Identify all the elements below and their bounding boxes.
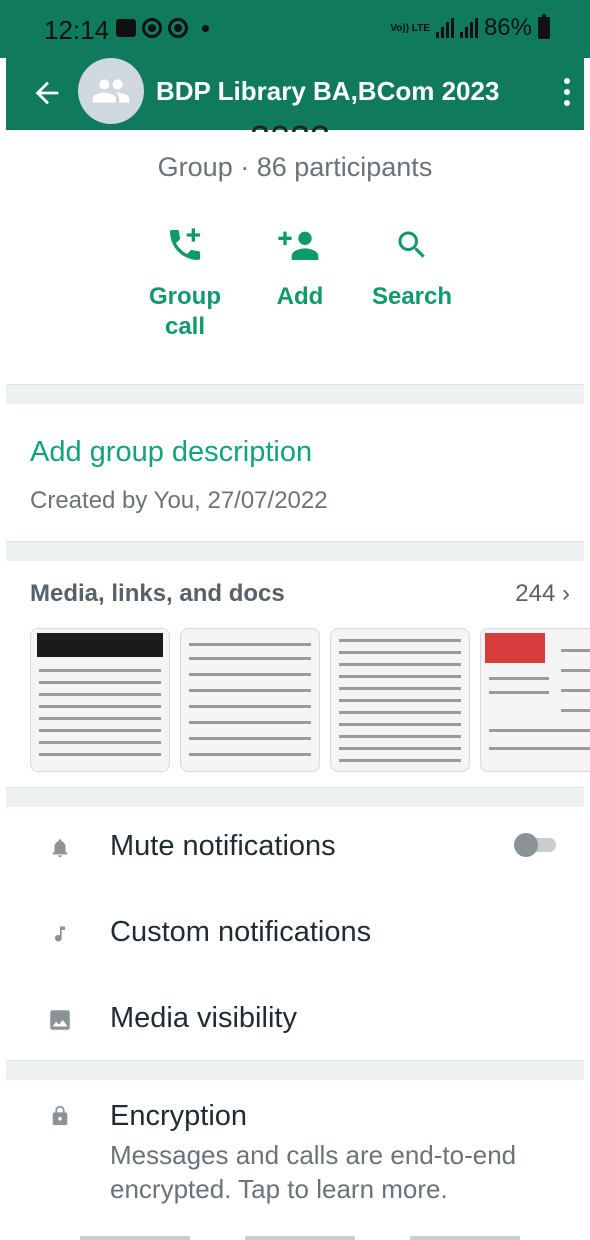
lock-icon (52, 1105, 68, 1126)
media-count[interactable]: 244 › (515, 580, 570, 608)
media-thumbnail[interactable] (480, 628, 590, 772)
section-divider (6, 787, 584, 807)
bell-icon (52, 839, 68, 858)
status-time: 12:14 (44, 15, 110, 45)
scrolled-title-fragment: 2023 (250, 118, 330, 132)
mute-toggle[interactable] (514, 833, 558, 857)
media-count-value: 244 (515, 580, 556, 607)
bottom-indicators (0, 1226, 590, 1240)
add-participant-button[interactable]: Add (245, 222, 355, 312)
media-thumbnail[interactable] (30, 628, 170, 772)
search-button[interactable]: Search (357, 222, 467, 312)
group-avatar[interactable] (78, 58, 144, 124)
mute-notifications-label: Mute notifications (110, 830, 336, 862)
system-icons: Vo)) LTE 86% (390, 14, 550, 42)
media-visibility-row[interactable]: Media visibility (46, 1002, 566, 1042)
group-participants: Group · 86 participants (157, 152, 433, 182)
media-thumbnail[interactable] (180, 628, 320, 772)
mute-notifications-row[interactable]: Mute notifications (46, 830, 566, 870)
add-call-icon (170, 228, 200, 260)
volte-icon: Vo)) LTE (390, 22, 430, 34)
gallery-icon (116, 19, 136, 37)
action-row: Group call Add Search (149, 222, 470, 352)
signal-icon-2 (459, 18, 478, 38)
custom-notifications-row[interactable]: Custom notifications (46, 916, 566, 956)
chrome-icon (168, 18, 188, 38)
group-title[interactable]: BDP Library BA,BCom 2023 (156, 76, 499, 107)
encryption-subtitle[interactable]: Messages and calls are end-to-end encryp… (110, 1138, 570, 1206)
add-description-link[interactable]: Add group description (30, 436, 312, 469)
battery-icon (538, 14, 550, 39)
group-call-label: Group call (149, 283, 221, 340)
more-notifications-icon (202, 24, 209, 32)
media-visibility-label: Media visibility (110, 1002, 297, 1034)
add-label: Add (276, 283, 324, 310)
search-icon (398, 231, 425, 258)
chrome-icon (142, 18, 162, 38)
custom-notifications-label: Custom notifications (110, 916, 372, 948)
search-label: Search (371, 283, 453, 310)
battery-percent: 86% (483, 14, 532, 41)
back-arrow-icon[interactable] (30, 76, 64, 110)
more-options-icon[interactable] (562, 78, 572, 108)
section-divider (6, 541, 584, 561)
section-divider (6, 384, 584, 404)
group-call-button[interactable]: Group call (130, 222, 240, 342)
encryption-title[interactable]: Encryption (110, 1100, 247, 1133)
music-note-icon (55, 926, 65, 942)
signal-icon (435, 18, 454, 38)
chevron-right-icon: › (562, 580, 570, 607)
notification-icons (116, 18, 209, 38)
image-icon (50, 1010, 70, 1030)
media-thumbnail[interactable] (330, 628, 470, 772)
media-heading[interactable]: Media, links, and docs (30, 580, 285, 608)
add-person-icon (278, 231, 319, 260)
status-bar: 12:14 Vo)) LTE 86% (0, 0, 590, 58)
created-info: Created by You, 27/07/2022 (30, 487, 328, 514)
media-thumbnails (30, 628, 590, 772)
group-people-icon (92, 79, 130, 103)
section-divider (6, 1060, 584, 1080)
